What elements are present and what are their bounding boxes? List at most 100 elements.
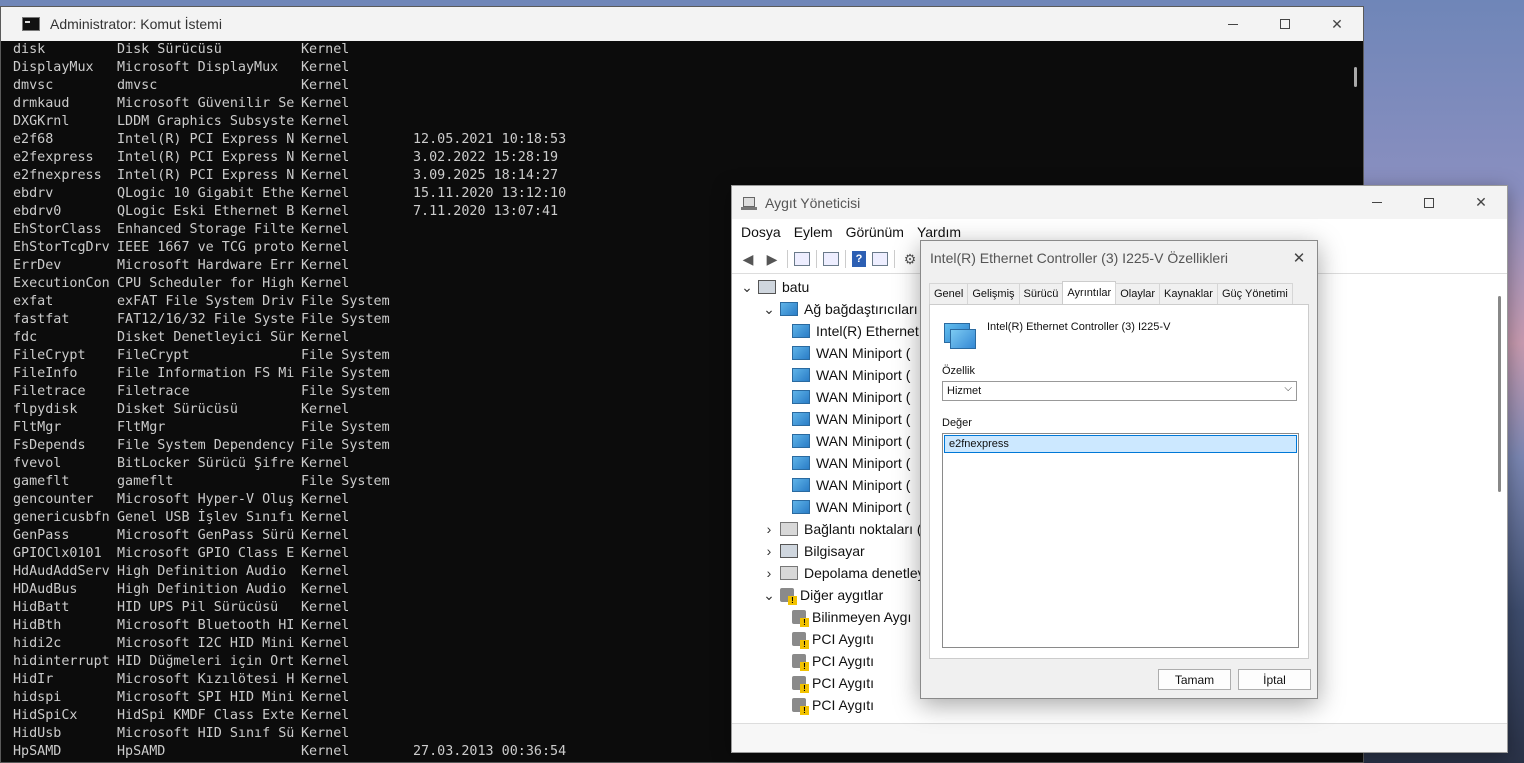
device-tree-item[interactable]: PCI Aygıtı [784, 650, 874, 672]
driver-type: Kernel [301, 132, 350, 147]
device-tree-item[interactable]: WAN Miniport ( [784, 342, 910, 364]
cmd-titlebar[interactable]: Administrator: Komut İstemi ✕ [1, 7, 1363, 41]
device-tree-item[interactable]: ⌄ Ağ bağdaştırıcıları [762, 298, 918, 320]
driver-name: HDAudBus [13, 582, 78, 597]
network-adapter-icon [792, 500, 810, 514]
driver-link-date [413, 329, 613, 347]
driver-name: Filetrace [13, 384, 86, 399]
driver-type: Kernel [301, 204, 350, 219]
toolbar-divider [816, 250, 817, 268]
device-tree-item[interactable]: WAN Miniport ( [784, 452, 910, 474]
driver-name: HdAudAddServ [13, 564, 110, 579]
device-tree-label: WAN Miniport ( [816, 389, 911, 405]
maximize-button[interactable] [1259, 7, 1311, 41]
device-tree-item[interactable]: Intel(R) Ethernet [784, 320, 919, 342]
cancel-button[interactable]: İptal [1238, 669, 1311, 690]
menu-eylem[interactable]: Eylem [794, 224, 833, 240]
driver-name: genericusbfn [13, 510, 110, 525]
driver-display-name: CPU Scheduler for High [117, 276, 295, 291]
driver-display-name: exFAT File System Driv [117, 294, 295, 309]
driver-display-name: IEEE 1667 ve TCG proto [117, 240, 295, 255]
devmgr-titlebar[interactable]: Aygıt Yöneticisi ✕ [732, 186, 1507, 219]
chevron-down-icon: ⌵ [1284, 383, 1292, 394]
properties-dialog[interactable]: Intel(R) Ethernet Controller (3) I225-V … [920, 240, 1318, 699]
device-tree-item[interactable]: WAN Miniport ( [784, 496, 910, 518]
device-tree-item[interactable]: › Bilgisayar [762, 540, 865, 562]
driver-link-date [413, 689, 613, 707]
show-hide-tree-icon[interactable] [794, 252, 810, 266]
menu-yardim[interactable]: Yardım [917, 224, 961, 240]
device-tree-item[interactable]: WAN Miniport ( [784, 474, 910, 496]
tab-guc-yonetimi[interactable]: Güç Yönetimi [1216, 283, 1293, 304]
close-button[interactable]: ✕ [1311, 7, 1363, 41]
chevron-right-icon[interactable]: › [762, 543, 776, 559]
device-tree-item[interactable]: › Depolama denetley [762, 562, 925, 584]
property-select[interactable]: Hizmet ⌵ [942, 381, 1297, 401]
network-adapter-icon [792, 390, 810, 404]
device-tree-item[interactable]: PCI Aygıtı [784, 628, 874, 650]
devmgr-scrollbar[interactable] [1498, 296, 1501, 492]
menu-dosya[interactable]: Dosya [741, 224, 781, 240]
tab-olaylar[interactable]: Olaylar [1115, 283, 1161, 304]
properties-icon[interactable] [823, 252, 839, 266]
minimize-button[interactable] [1207, 7, 1259, 41]
driver-link-date: 3.09.2025 18:14:27 [413, 168, 559, 183]
chevron-down-icon[interactable]: ⌄ [762, 587, 776, 604]
help-icon[interactable]: ? [852, 251, 866, 267]
tab-ayrintilar[interactable]: Ayrıntılar [1062, 281, 1117, 304]
device-tree-item[interactable]: › Bağlantı noktaları (C [762, 518, 932, 540]
device-tree-item[interactable]: WAN Miniport ( [784, 386, 910, 408]
chevron-down-icon[interactable]: ⌄ [740, 279, 754, 296]
tab-genel[interactable]: Genel [929, 283, 969, 304]
device-tree-item[interactable]: PCI Aygıtı [784, 672, 874, 694]
driver-link-date [413, 275, 613, 293]
tab-surucu[interactable]: Sürücü [1018, 283, 1064, 304]
network-adapter-icon [792, 346, 810, 360]
device-tree-item[interactable]: ⌄ Diğer aygıtlar [762, 584, 883, 606]
chevron-right-icon[interactable]: › [762, 565, 776, 581]
properties-close-button[interactable]: ✕ [1287, 246, 1311, 270]
tab-kaynaklar[interactable]: Kaynaklar [1159, 283, 1218, 304]
device-tree-item[interactable]: ⌄ batu [740, 276, 809, 298]
driver-display-name: Microsoft GPIO Class E [117, 546, 295, 561]
device-tree-label: Intel(R) Ethernet [816, 323, 919, 339]
warning-device-icon [792, 632, 809, 649]
forward-arrow-icon[interactable]: ▶ [763, 250, 781, 268]
devmgr-maximize-button[interactable] [1403, 186, 1455, 219]
device-tree-item[interactable]: Bilinmeyen Aygı [784, 606, 911, 628]
driver-type: File System [301, 366, 390, 381]
device-tree-item[interactable]: WAN Miniport ( [784, 408, 910, 430]
driver-link-date [413, 599, 613, 617]
cmd-scrollbar[interactable] [1354, 67, 1357, 87]
devmgr-close-button[interactable]: ✕ [1455, 186, 1507, 219]
chevron-down-icon[interactable]: ⌄ [762, 301, 776, 318]
menu-gorunum[interactable]: Görünüm [846, 224, 904, 240]
driver-link-date [413, 473, 613, 491]
driver-display-name: Filetrace [117, 384, 190, 399]
driver-display-name: HpSAMD [117, 744, 166, 759]
properties-titlebar[interactable]: Intel(R) Ethernet Controller (3) I225-V … [921, 241, 1317, 275]
driver-type: Kernel [301, 168, 350, 183]
chevron-right-icon[interactable]: › [762, 521, 776, 537]
driver-type: Kernel [301, 564, 350, 579]
device-tree-item[interactable]: PCI Aygıtı [784, 694, 874, 716]
view-icon[interactable] [872, 252, 888, 266]
cmd-output-row: e2f68 Intel(R) PCI Express N Kernel 12.05.2… [13, 131, 1343, 149]
driver-link-date [413, 563, 613, 581]
scan-hardware-icon[interactable]: ⚙ [901, 250, 919, 268]
back-arrow-icon[interactable]: ◀ [739, 250, 757, 268]
device-tree-label: WAN Miniport ( [816, 477, 911, 493]
driver-type: File System [301, 384, 390, 399]
driver-display-name: FileCrypt [117, 348, 190, 363]
value-list-item[interactable]: e2fnexpress [944, 435, 1297, 453]
driver-display-name: QLogic Eski Ethernet B [117, 204, 295, 219]
network-adapter-icon [792, 368, 810, 382]
maximize-icon [1424, 197, 1434, 208]
tab-gelismis[interactable]: Gelişmiş [967, 283, 1020, 304]
device-tree-item[interactable]: WAN Miniport ( [784, 430, 910, 452]
device-tree-label: WAN Miniport ( [816, 411, 911, 427]
value-list[interactable]: e2fnexpress [942, 433, 1299, 648]
ok-button[interactable]: Tamam [1158, 669, 1231, 690]
devmgr-minimize-button[interactable] [1351, 186, 1403, 219]
device-tree-item[interactable]: WAN Miniport ( [784, 364, 910, 386]
